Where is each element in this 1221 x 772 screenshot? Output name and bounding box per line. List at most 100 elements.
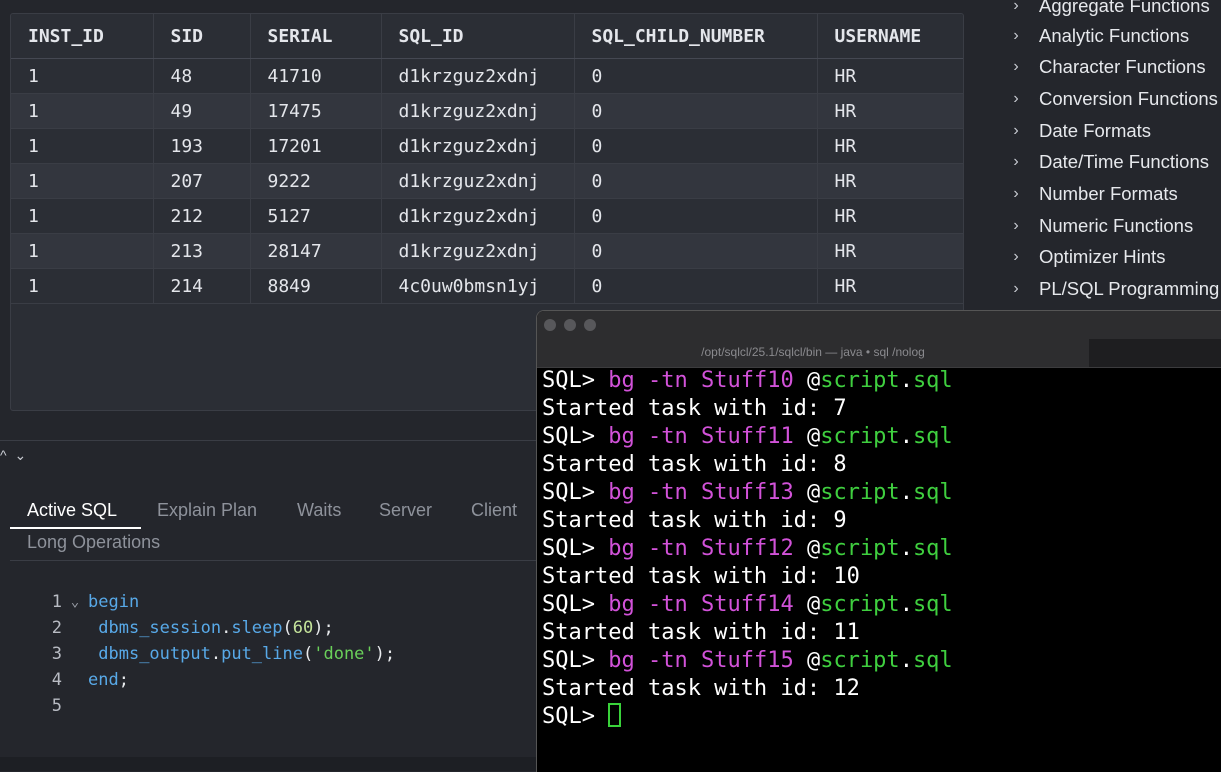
- cell-sql-child-number: 0: [574, 58, 818, 94]
- prompt: SQL>: [542, 368, 595, 393]
- prompt: SQL>: [542, 480, 595, 505]
- chevron-right-icon[interactable]: ›: [993, 27, 1039, 45]
- tree-item-numeric-functions[interactable]: › Numeric Functions: [993, 211, 1193, 241]
- tree-item-label: Aggregate Functions: [1039, 0, 1210, 16]
- cell-sql-child-number: 0: [574, 233, 818, 269]
- tree-item-date-formats[interactable]: › Date Formats: [993, 116, 1151, 146]
- terminal-titlebar[interactable]: /opt/sqlcl/25.1/sqlcl/bin — java • sql /…: [537, 311, 1221, 368]
- tree-item-number-formats[interactable]: › Number Formats: [993, 179, 1177, 209]
- tree-item-plsql-programming[interactable]: › PL/SQL Programming: [993, 274, 1219, 304]
- tab-server[interactable]: Server: [379, 500, 432, 521]
- sql-editor[interactable]: 1 ⌄ begin 2 dbms_session. sleep(60); 3 dbms…: [10, 561, 536, 756]
- tree-item-character-functions[interactable]: › Character Functions: [993, 52, 1205, 82]
- chevron-right-icon[interactable]: ›: [993, 185, 1039, 203]
- script-dot: .: [899, 536, 913, 561]
- tree-item-label: Conversion Functions: [1039, 88, 1218, 109]
- column-header-username[interactable]: USERNAME: [817, 14, 963, 59]
- cell-sql-id: d1krzguz2xdnj: [381, 198, 575, 234]
- cell-sql-child-number: 0: [574, 163, 818, 199]
- chevron-right-icon[interactable]: ›: [993, 217, 1039, 235]
- terminal-output[interactable]: SQL> bg -tn Stuff10 @script.sql Started …: [542, 367, 1221, 731]
- table-row[interactable]: 1 212 5127 d1krzguz2xdnj 0 HR: [11, 198, 963, 234]
- prompt: SQL>: [542, 592, 595, 617]
- fold-chevron-icon[interactable]: ⌄: [62, 594, 88, 610]
- table-row[interactable]: 1 214 8849 4c0uw0bmsn1yj 0 HR: [11, 268, 963, 304]
- script-name: script: [820, 480, 900, 505]
- tab-long-operations[interactable]: Long Operations: [27, 532, 160, 553]
- code-object: dbms_output: [98, 644, 211, 664]
- collapse-toggle-icon[interactable]: ^ ⌄: [0, 447, 28, 464]
- terminal-input-line[interactable]: SQL>: [542, 703, 1221, 731]
- chevron-right-icon[interactable]: ›: [993, 90, 1039, 108]
- terminal-result-line: Started task with id: 9: [542, 508, 847, 533]
- code-number: 60: [292, 618, 314, 638]
- terminal-command-line: SQL> bg -tn Stuff12 @script.sql: [542, 535, 1221, 563]
- cell-inst-id: 1: [11, 163, 154, 199]
- chevron-right-icon[interactable]: ›: [993, 280, 1039, 298]
- cell-serial: 5127: [250, 198, 382, 234]
- chevron-right-icon[interactable]: ›: [993, 153, 1039, 171]
- minimize-window-icon[interactable]: [564, 319, 576, 331]
- reference-tree: › Aggregate Functions › Analytic Functions…: [993, 0, 1221, 310]
- column-header-sql-child-number[interactable]: SQL_CHILD_NUMBER: [574, 14, 818, 59]
- chevron-right-icon[interactable]: ›: [993, 58, 1039, 76]
- cell-sql-child-number: 0: [574, 198, 818, 234]
- tree-item-conversion-functions[interactable]: › Conversion Functions: [993, 84, 1218, 114]
- terminal-window[interactable]: /opt/sqlcl/25.1/sqlcl/bin — java • sql /…: [536, 310, 1221, 772]
- table-row[interactable]: 1 193 17201 d1krzguz2xdnj 0 HR: [11, 128, 963, 164]
- line-number: 1: [51, 592, 62, 612]
- code-string: 'done': [313, 644, 375, 664]
- terminal-tab[interactable]: [1089, 339, 1221, 367]
- close-window-icon[interactable]: [544, 319, 556, 331]
- task-name: Stuff10: [700, 368, 794, 393]
- cell-serial: 28147: [250, 233, 382, 269]
- column-header-sql-id[interactable]: SQL_ID: [381, 14, 575, 59]
- tab-waits[interactable]: Waits: [297, 500, 341, 521]
- script-at: @: [806, 368, 821, 393]
- line-number: 2: [51, 618, 62, 638]
- script-dot: .: [899, 424, 913, 449]
- column-header-sid[interactable]: SID: [153, 14, 251, 59]
- code-object: dbms_session: [98, 618, 222, 638]
- code-function: put_line: [221, 644, 303, 664]
- tab-explain-plan[interactable]: Explain Plan: [157, 500, 257, 521]
- chevron-right-icon[interactable]: ›: [993, 122, 1039, 140]
- command: bg: [608, 368, 635, 393]
- cell-inst-id: 1: [11, 128, 154, 164]
- cell-sid: 212: [153, 198, 251, 234]
- terminal-result-line: Started task with id: 12: [542, 676, 860, 701]
- tab-client[interactable]: Client: [471, 500, 517, 521]
- tree-item-date-time-functions[interactable]: › Date/Time Functions: [993, 147, 1209, 177]
- cell-username: HR: [817, 233, 963, 269]
- command: bg: [608, 480, 635, 505]
- tree-item-aggregate-functions[interactable]: › Aggregate Functions: [993, 0, 1210, 21]
- code-dot: .: [210, 644, 222, 664]
- tree-item-label: Analytic Functions: [1039, 25, 1190, 46]
- cell-sql-child-number: 0: [574, 128, 818, 164]
- panel-splitter[interactable]: [0, 440, 536, 441]
- table-row[interactable]: 1 213 28147 d1krzguz2xdnj 0 HR: [11, 233, 963, 269]
- zoom-window-icon[interactable]: [584, 319, 596, 331]
- table-row[interactable]: 1 48 41710 d1krzguz2xdnj 0 HR: [11, 58, 963, 94]
- tree-item-optimizer-hints[interactable]: › Optimizer Hints: [993, 242, 1165, 272]
- terminal-result-line: Started task with id: 11: [542, 620, 860, 645]
- tab-active-sql[interactable]: Active SQL: [27, 500, 117, 521]
- column-header-inst-id[interactable]: INST_ID: [11, 14, 154, 59]
- task-name: Stuff13: [700, 480, 794, 505]
- table-row[interactable]: 1 207 9222 d1krzguz2xdnj 0 HR: [11, 163, 963, 199]
- line-number: 3: [51, 644, 62, 664]
- code-line: 1 ⌄ begin: [10, 589, 139, 615]
- script-dot: .: [899, 480, 913, 505]
- script-at: @: [806, 480, 821, 505]
- cell-sql-id: d1krzguz2xdnj: [381, 163, 575, 199]
- table-row[interactable]: 1 49 17475 d1krzguz2xdnj 0 HR: [11, 93, 963, 129]
- command: bg: [608, 592, 635, 617]
- tree-item-analytic-functions[interactable]: › Analytic Functions: [993, 21, 1189, 51]
- prompt: SQL>: [542, 424, 595, 449]
- chevron-right-icon[interactable]: ›: [993, 248, 1039, 266]
- script-name: script: [820, 424, 900, 449]
- chevron-right-icon[interactable]: ›: [993, 0, 1039, 15]
- column-header-serial[interactable]: SERIAL: [250, 14, 382, 59]
- cell-sid: 49: [153, 93, 251, 129]
- code-semicolon: ;: [118, 670, 129, 690]
